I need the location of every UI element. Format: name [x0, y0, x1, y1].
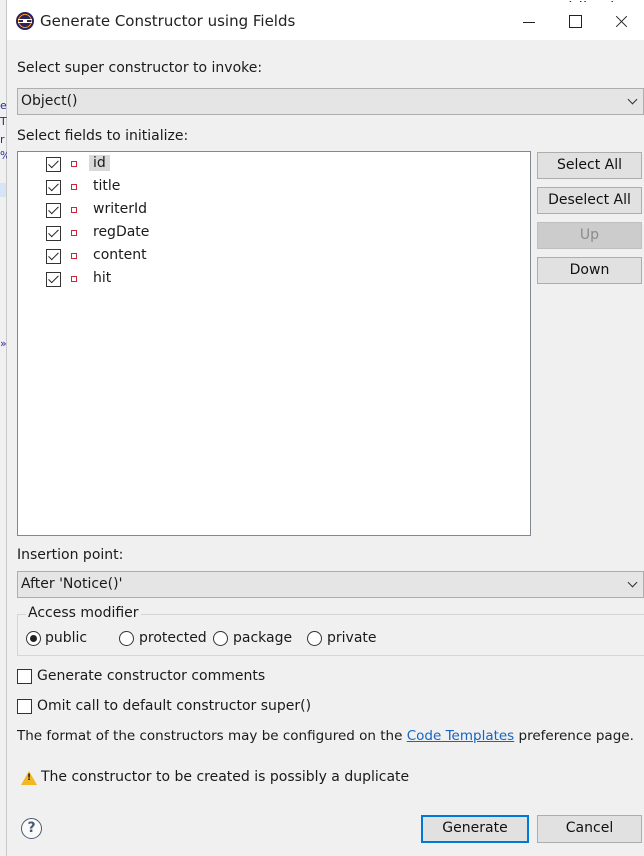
warning-text: The constructor to be created is possibl…	[41, 769, 410, 785]
radio-protected[interactable]	[119, 631, 134, 646]
eclipse-icon	[16, 12, 34, 30]
field-checkbox[interactable]	[46, 203, 61, 218]
field-name: regDate	[93, 224, 150, 240]
field-checkbox[interactable]	[46, 180, 61, 195]
code-templates-link[interactable]: Code Templates	[407, 728, 515, 744]
maximize-button[interactable]	[552, 2, 598, 40]
field-checkbox[interactable]	[46, 272, 61, 287]
field-row[interactable]: content	[18, 245, 518, 268]
info-text: The format of the constructors may be co…	[17, 728, 634, 744]
private-field-icon	[71, 253, 77, 259]
private-field-icon	[71, 230, 77, 236]
info-suffix: preference page.	[518, 728, 634, 744]
window-title: Generate Constructor using Fields	[40, 12, 296, 30]
up-button[interactable]: Up	[537, 222, 642, 249]
radio-public-label: public	[45, 630, 88, 646]
radio-protected-label: protected	[139, 630, 207, 646]
radio-package-label: package	[233, 630, 293, 646]
chevron-down-icon	[627, 94, 638, 105]
title-bar: Generate Constructor using Fields	[7, 2, 644, 40]
insertion-point-label: Insertion point:	[17, 547, 124, 563]
super-constructor-value: Object()	[21, 93, 78, 109]
field-row[interactable]: title	[18, 176, 518, 199]
private-field-icon	[71, 161, 77, 167]
cancel-button[interactable]: Cancel	[537, 815, 642, 843]
omit-super-checkbox[interactable]	[17, 699, 32, 714]
super-constructor-select[interactable]: Object()	[17, 88, 644, 115]
private-field-icon	[71, 276, 77, 282]
insertion-point-value: After 'Notice()'	[21, 576, 123, 592]
super-constructor-label: Select super constructor to invoke:	[17, 60, 263, 76]
field-checkbox[interactable]	[46, 226, 61, 241]
field-name: hit	[93, 270, 112, 286]
radio-package[interactable]	[213, 631, 228, 646]
generate-button[interactable]: Generate	[421, 815, 529, 843]
help-icon[interactable]: ?	[21, 818, 42, 839]
warning-icon: !	[21, 771, 37, 785]
minimize-button[interactable]	[506, 2, 552, 40]
generate-constructor-dialog: Generate Constructor using Fields Select…	[7, 2, 644, 856]
field-row[interactable]: hit	[18, 268, 518, 291]
access-modifier-legend: Access modifier	[26, 605, 141, 621]
private-field-icon	[71, 184, 77, 190]
select-all-button[interactable]: Select All	[537, 152, 642, 179]
close-button[interactable]	[598, 2, 644, 40]
info-prefix: The format of the constructors may be co…	[17, 728, 403, 744]
field-name: title	[93, 178, 121, 194]
field-name: id	[89, 155, 110, 171]
radio-private-label: private	[327, 630, 377, 646]
field-name: content	[93, 247, 147, 263]
field-row[interactable]: id	[18, 153, 518, 176]
field-name: writerId	[93, 201, 147, 217]
background-editor-strip: e T r % »	[0, 0, 10, 856]
insertion-point-select[interactable]: After 'Notice()'	[17, 571, 644, 598]
field-checkbox[interactable]	[46, 249, 61, 264]
radio-private[interactable]	[307, 631, 322, 646]
fields-label: Select fields to initialize:	[17, 128, 189, 144]
down-button[interactable]: Down	[537, 257, 642, 284]
generate-comments-checkbox[interactable]	[17, 669, 32, 684]
omit-super-label: Omit call to default constructor super()	[37, 698, 312, 714]
radio-public[interactable]	[26, 631, 41, 646]
deselect-all-button[interactable]: Deselect All	[537, 187, 642, 214]
generate-comments-label: Generate constructor comments	[37, 668, 266, 684]
chevron-down-icon	[627, 577, 638, 588]
fields-tree[interactable]: id title writerId regDate content hit	[17, 151, 531, 536]
field-row[interactable]: writerId	[18, 199, 518, 222]
field-checkbox[interactable]	[46, 157, 61, 172]
private-field-icon	[71, 207, 77, 213]
field-row[interactable]: regDate	[18, 222, 518, 245]
